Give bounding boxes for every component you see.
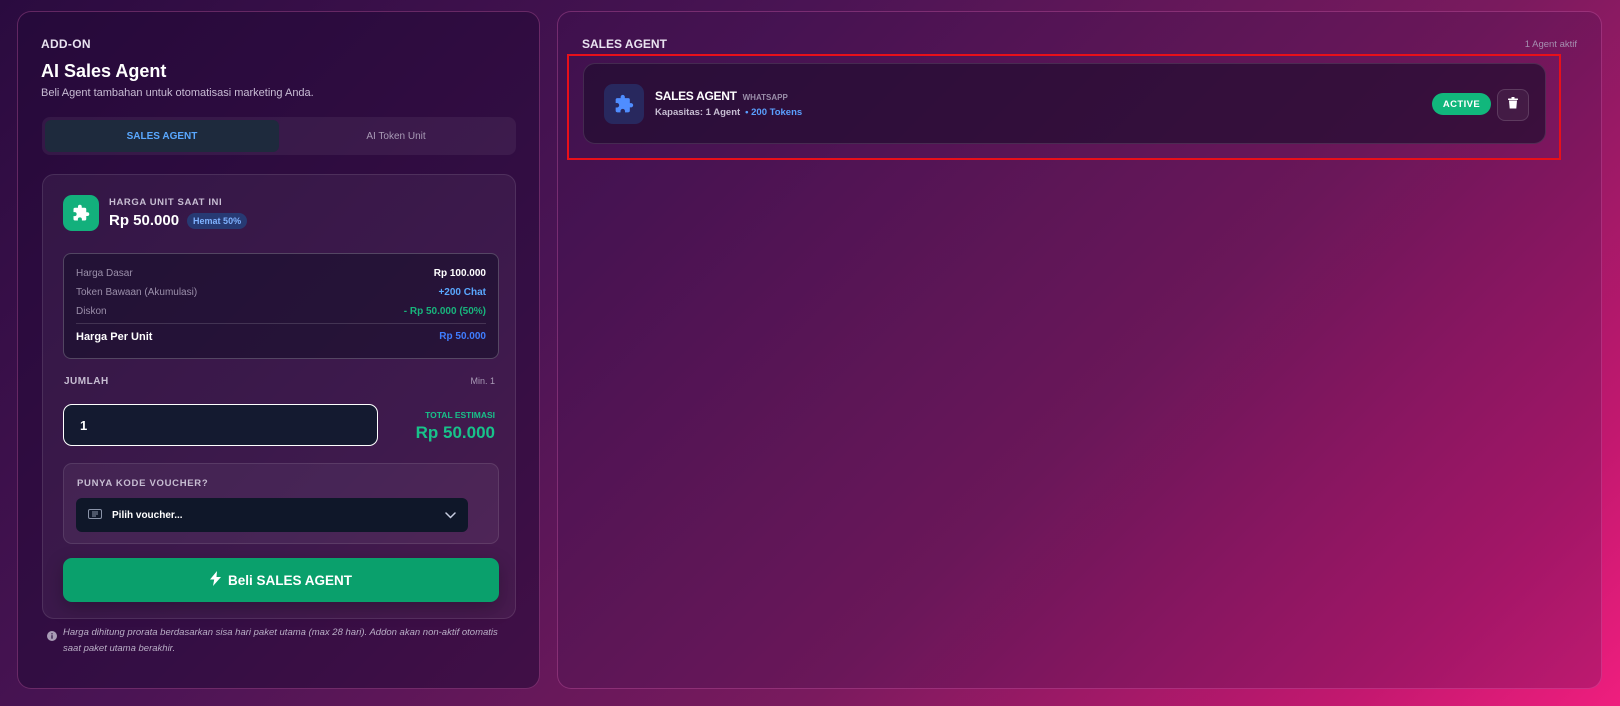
- voucher-select[interactable]: Pilih voucher...: [76, 498, 468, 532]
- page-title: AI Sales Agent: [41, 61, 167, 81]
- breakdown-key: Diskon: [76, 306, 107, 317]
- breakdown-row-per-unit: Harga Per Unit Rp 50.000: [76, 327, 486, 346]
- breakdown-row-base: Harga Dasar Rp 100.000: [76, 264, 486, 283]
- ticket-icon: [88, 506, 102, 524]
- breakdown-value: +200 Chat: [438, 287, 486, 298]
- total-estimate-label: TOTAL ESTIMASI: [425, 410, 495, 420]
- product-tabs: SALES AGENT AI Token Unit: [42, 117, 516, 155]
- agent-card: SALES AGENT WHATSAPP Kapasitas: 1 Agent …: [583, 63, 1546, 144]
- agent-platform: WHATSAPP: [742, 93, 788, 102]
- breakdown-value: - Rp 50.000 (50%): [403, 306, 486, 317]
- voucher-placeholder: Pilih voucher...: [112, 509, 183, 521]
- unit-price-value: Rp 50.000: [109, 212, 180, 229]
- agent-capacity: Kapasitas: 1 Agent: [655, 107, 741, 118]
- breakdown-divider: [76, 323, 486, 324]
- puzzle-icon: [63, 195, 99, 231]
- buy-button-label: Beli SALES AGENT: [227, 572, 353, 588]
- quantity-label: JUMLAH: [64, 376, 109, 387]
- section-kicker: ADD-ON: [41, 37, 91, 51]
- quantity-input[interactable]: [63, 404, 378, 446]
- chevron-down-icon: [445, 506, 456, 524]
- footnote-text: Harga dihitung prorata berdasarkan sisa …: [63, 627, 498, 654]
- buy-sales-agent-button[interactable]: Beli SALES AGENT: [63, 558, 499, 602]
- discount-badge: Hemat 50%: [187, 212, 248, 229]
- breakdown-row-discount: Diskon - Rp 50.000 (50%): [76, 302, 486, 321]
- agents-section-title: SALES AGENT: [582, 37, 667, 51]
- puzzle-icon: [604, 84, 644, 124]
- breakdown-row-token: Token Bawaan (Akumulasi) +200 Chat: [76, 283, 486, 302]
- page-subtitle: Beli Agent tambahan untuk otomatisasi ma…: [41, 87, 314, 99]
- per-unit-label: Harga Per Unit: [76, 330, 153, 343]
- status-badge: ACTIVE: [1432, 93, 1491, 115]
- voucher-label: PUNYA KODE VOUCHER?: [77, 478, 209, 489]
- trash-icon: [1508, 96, 1518, 114]
- agent-tokens: • 200 Tokens: [745, 107, 803, 118]
- tab-ai-token-unit[interactable]: AI Token Unit: [279, 120, 513, 152]
- unit-price-label: HARGA UNIT SAAT INI: [109, 197, 223, 208]
- active-agent-count: 1 Agent aktif: [1524, 39, 1577, 50]
- tab-sales-agent[interactable]: SALES AGENT: [45, 120, 279, 152]
- total-estimate-value: Rp 50.000: [415, 423, 495, 442]
- lightning-icon: [209, 571, 221, 589]
- voucher-section: PUNYA KODE VOUCHER? Pilih voucher...: [63, 463, 499, 544]
- add-on-panel: ADD-ON AI Sales Agent Beli Agent tambaha…: [17, 11, 540, 689]
- price-breakdown: Harga Dasar Rp 100.000 Token Bawaan (Aku…: [63, 253, 499, 359]
- active-agents-panel: SALES AGENT 1 Agent aktif SALES AGENT WH…: [557, 11, 1602, 689]
- pricing-footnote: Harga dihitung prorata berdasarkan sisa …: [47, 625, 507, 657]
- info-icon: [47, 628, 57, 657]
- breakdown-key: Token Bawaan (Akumulasi): [76, 287, 198, 298]
- per-unit-value: Rp 50.000: [439, 331, 486, 342]
- purchase-card: HARGA UNIT SAAT INI Rp 50.000 Hemat 50% …: [42, 174, 516, 619]
- agent-name: SALES AGENT: [655, 89, 737, 103]
- unit-price-header: HARGA UNIT SAAT INI Rp 50.000 Hemat 50%: [63, 195, 248, 231]
- quantity-min: Min. 1: [470, 376, 495, 386]
- breakdown-key: Harga Dasar: [76, 268, 133, 279]
- delete-agent-button[interactable]: [1497, 89, 1529, 121]
- breakdown-value: Rp 100.000: [433, 268, 486, 279]
